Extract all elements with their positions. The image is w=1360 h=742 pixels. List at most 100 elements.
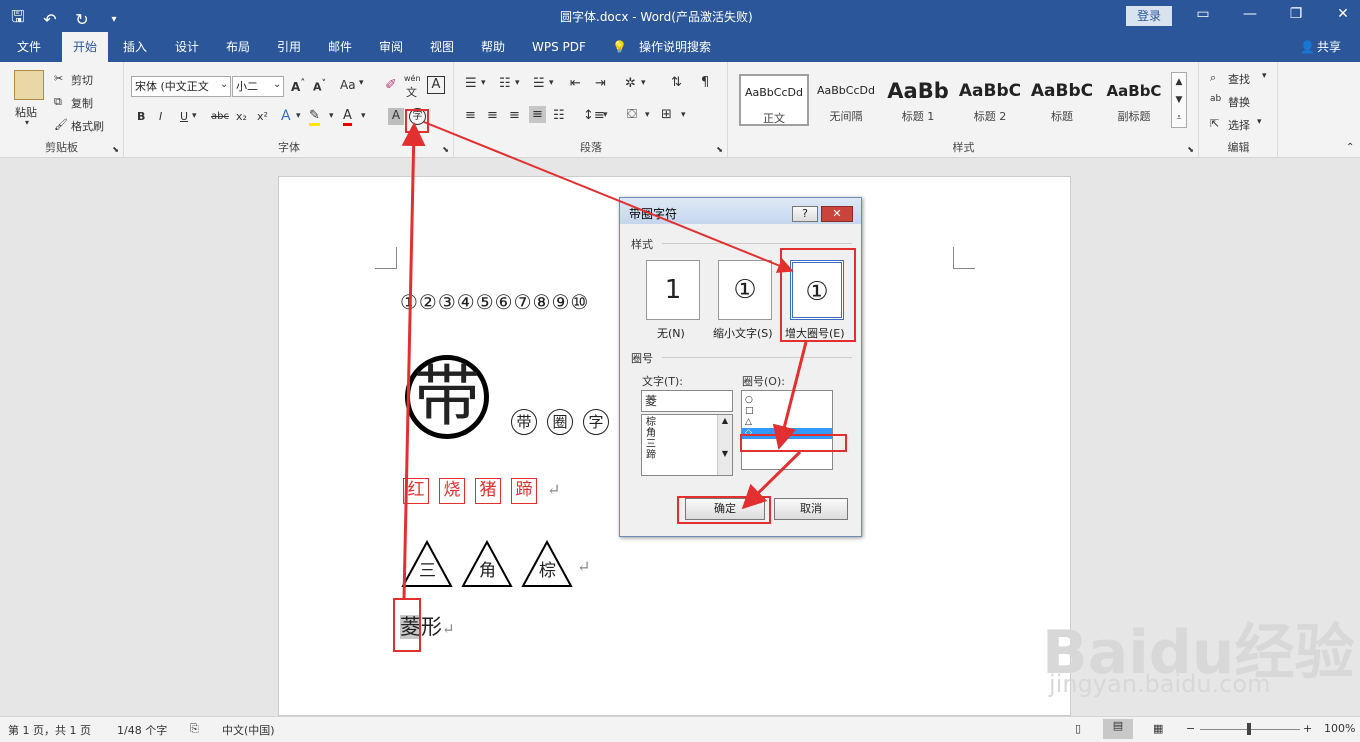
cancel-button[interactable]: 取消 (774, 498, 848, 520)
restore-icon[interactable]: ❐ (1283, 6, 1309, 22)
clear-format-icon[interactable]: ✐ (385, 77, 397, 93)
close-button[interactable]: ✕ (821, 206, 853, 222)
superscript-icon[interactable]: x² (257, 110, 268, 123)
borders-icon[interactable]: ⊞ (661, 107, 672, 122)
tab-layout[interactable]: 布局 (220, 32, 256, 62)
tab-design[interactable]: 设计 (169, 32, 205, 62)
format-painter-button[interactable]: 格式刷 (71, 118, 104, 134)
font-name-combo[interactable]: 宋体 (中文正文 (131, 76, 231, 97)
chevron-down-icon[interactable]: ▾ (645, 110, 650, 120)
style-subtitle[interactable]: AaBbC 副标题 (1099, 74, 1169, 126)
increase-indent-icon[interactable]: ⇥ (595, 76, 606, 91)
list-item[interactable]: ○ (742, 395, 832, 406)
enclosure-list[interactable]: ○ □ △ ◇ (741, 390, 833, 470)
cut-button[interactable]: 剪切 (71, 72, 93, 88)
shading-icon[interactable]: ⛋ (627, 107, 637, 122)
tell-me-search[interactable]: 操作说明搜索 (633, 32, 717, 62)
strikethrough-icon[interactable]: abc (211, 111, 229, 122)
zoom-level[interactable]: 100% (1324, 722, 1355, 735)
list-scrollbar[interactable]: ▲ ▼ (717, 415, 732, 475)
style-normal[interactable]: AaBbCcDd 正文 (739, 74, 809, 126)
dialog-launcher-icon[interactable]: ⬊ (442, 145, 449, 154)
copy-button[interactable]: 复制 (71, 95, 93, 111)
shrink-font-icon[interactable]: A˅ (313, 78, 326, 94)
style-no-spacing[interactable]: AaBbCcDd 无间隔 (811, 74, 881, 126)
text-list[interactable]: 棕 角 三 蹄 ▲ ▼ (641, 414, 733, 476)
chevron-down-icon[interactable]: ⌄ (220, 79, 228, 90)
distributed-icon[interactable]: ☷ (553, 108, 565, 123)
justify-icon[interactable]: ≡ (529, 106, 546, 123)
tab-wps-pdf[interactable]: WPS PDF (526, 32, 592, 62)
style-option-none[interactable]: 1 (646, 260, 700, 320)
underline-icon[interactable]: U (180, 110, 188, 123)
language[interactable]: 中文(中国) (222, 722, 275, 738)
char-border-icon[interactable]: A (427, 76, 445, 94)
tab-file[interactable]: 文件 (11, 32, 47, 62)
page-count[interactable]: 第 1 页，共 1 页 (8, 722, 91, 738)
save-icon[interactable]: 🖫 (8, 6, 28, 33)
word-count[interactable]: 1/48 个字 (117, 722, 167, 738)
bold-icon[interactable]: B (137, 110, 145, 123)
change-case-button[interactable]: Aa (340, 78, 356, 92)
chevron-down-icon[interactable]: ▾ (296, 111, 301, 121)
dialog-launcher-icon[interactable]: ⬊ (1187, 145, 1194, 154)
line-spacing-icon[interactable]: ↕≡ (583, 108, 605, 123)
decrease-indent-icon[interactable]: ⇤ (570, 76, 581, 91)
paste-dropdown-icon[interactable]: ▾ (25, 118, 29, 127)
paste-icon[interactable] (14, 70, 44, 100)
style-title[interactable]: AaBbC 标题 (1027, 74, 1097, 126)
customize-qat-icon[interactable]: ▾ (104, 14, 124, 25)
sort-icon[interactable]: ⇅ (671, 75, 682, 90)
chevron-down-icon[interactable]: ▾ (641, 78, 646, 88)
tab-mailings[interactable]: 邮件 (322, 32, 358, 62)
list-item[interactable]: □ (742, 406, 832, 417)
tab-review[interactable]: 审阅 (373, 32, 409, 62)
tab-home[interactable]: 开始 (62, 32, 108, 62)
style-heading-1[interactable]: AaBb 标题 1 (883, 74, 953, 126)
share-button[interactable]: 共享 (1311, 32, 1347, 62)
zoom-out-icon[interactable]: − (1186, 722, 1195, 735)
text-input[interactable]: 菱 (641, 390, 733, 412)
italic-icon[interactable]: I (159, 110, 162, 123)
chevron-down-icon[interactable]: ▾ (361, 111, 366, 121)
numbering-icon[interactable]: ☷ (499, 76, 511, 91)
find-button[interactable]: 查找 (1228, 71, 1250, 87)
close-icon[interactable]: ✕ (1330, 6, 1356, 22)
replace-button[interactable]: 替换 (1228, 94, 1250, 110)
proofing-icon[interactable]: ⎘ (190, 722, 199, 736)
multilevel-list-icon[interactable]: ☱ (533, 76, 545, 91)
chevron-down-icon[interactable]: ▾ (515, 78, 520, 88)
subscript-icon[interactable]: x₂ (236, 110, 247, 123)
phonetic-guide-button[interactable]: wén (404, 74, 421, 83)
list-item[interactable]: △ (742, 417, 832, 428)
select-button[interactable]: 选择 (1228, 117, 1250, 133)
chevron-down-icon[interactable]: ▾ (329, 111, 334, 121)
chevron-down-icon[interactable]: ▾ (1262, 71, 1267, 81)
char-shading-icon[interactable]: A (388, 108, 404, 125)
style-heading-2[interactable]: AaBbC 标题 2 (955, 74, 1025, 126)
chevron-down-icon[interactable]: ⌄ (273, 79, 281, 90)
chevron-down-icon[interactable]: ▾ (1257, 117, 1262, 127)
chevron-down-icon[interactable]: ▾ (603, 110, 608, 120)
chevron-down-icon[interactable]: ▾ (359, 78, 364, 88)
highlight-icon[interactable]: ✎ (309, 108, 320, 126)
tab-view[interactable]: 视图 (424, 32, 460, 62)
text-effects-icon[interactable]: A (281, 108, 291, 124)
align-right-icon[interactable]: ≡ (509, 108, 520, 123)
align-left-icon[interactable]: ≡ (465, 108, 476, 123)
collapse-ribbon-icon[interactable]: ⌃ (1346, 142, 1354, 153)
style-option-shrink[interactable]: ① (718, 260, 772, 320)
print-layout-icon[interactable]: ▤ (1103, 719, 1133, 739)
ribbon-display-icon[interactable]: ▭ (1190, 6, 1216, 22)
bullets-icon[interactable]: ☰ (465, 76, 477, 91)
chevron-down-icon[interactable]: ▾ (549, 78, 554, 88)
chevron-down-icon[interactable]: ▾ (192, 111, 197, 121)
chevron-down-icon[interactable]: ▾ (681, 110, 686, 120)
chevron-down-icon[interactable]: ▾ (481, 78, 486, 88)
login-button[interactable]: 登录 (1126, 6, 1172, 26)
read-mode-icon[interactable]: ▯ (1075, 722, 1081, 735)
asian-layout-icon[interactable]: ✲ (625, 76, 636, 91)
dialog-launcher-icon[interactable]: ⬊ (112, 145, 119, 154)
zoom-slider-thumb[interactable] (1247, 723, 1251, 735)
styles-scroll[interactable]: ▲ ▼ ⩡ (1171, 72, 1187, 128)
